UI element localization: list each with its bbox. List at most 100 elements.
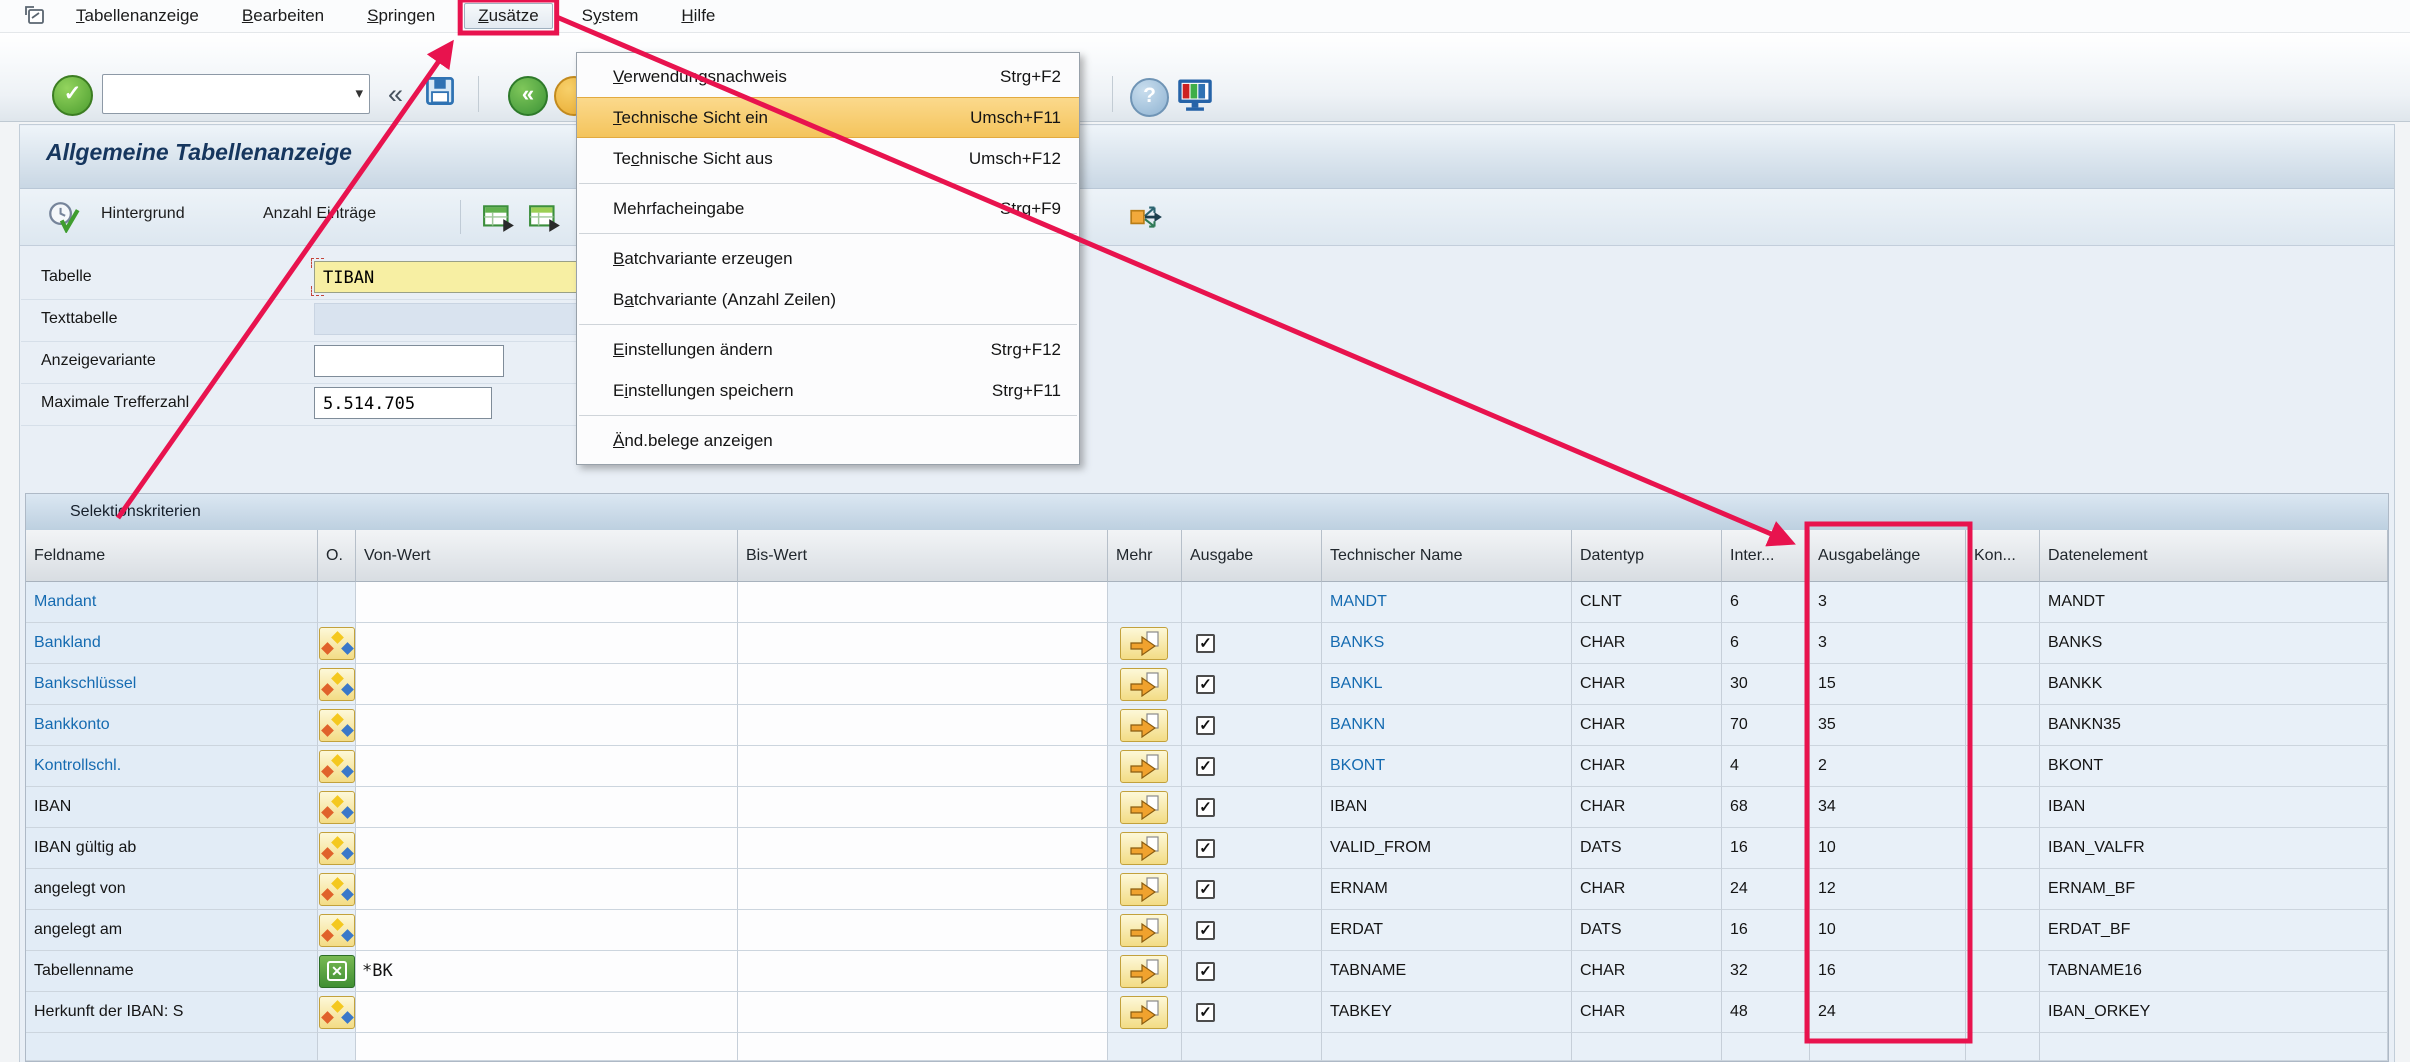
menu-bearbeiten[interactable]: Bearbeiten [228, 3, 338, 29]
row-herkunft-der-iban-s-datenelement: IBAN_ORKEY [2040, 992, 2388, 1033]
row-bankkonto-von-wert[interactable] [356, 705, 738, 746]
row-bankland-technical-name[interactable]: BANKS [1322, 623, 1572, 664]
ausgabe-checkbox[interactable]: ✓ [1196, 798, 1215, 817]
more-selection-button[interactable] [1120, 996, 1168, 1029]
ausgabe-checkbox[interactable]: ✓ [1196, 962, 1215, 981]
menu-hilfe[interactable]: Hilfe [667, 3, 729, 29]
row-kontrollschl-von-wert[interactable] [356, 746, 738, 787]
row-bankschlussel-von-wert[interactable] [356, 664, 738, 705]
multiple-selection-button[interactable] [319, 873, 355, 906]
row-iban-gultig-ab-von-wert[interactable] [356, 828, 738, 869]
row-angelegt-von-von-wert[interactable] [356, 869, 738, 910]
row-mandant-bis-wert[interactable] [738, 582, 1108, 623]
multiple-selection-button[interactable] [319, 914, 355, 947]
more-selection-button[interactable] [1120, 832, 1168, 865]
select-fields-icon[interactable] [528, 203, 562, 238]
row-bankland-von-wert[interactable] [356, 623, 738, 664]
row-angelegt-von-bis-wert[interactable] [738, 869, 1108, 910]
menu-item-verwendungsnachweis[interactable]: VerwendungsnachweisStrg+F2 [577, 56, 1079, 97]
select-fields-icon[interactable] [482, 203, 516, 238]
execute-icon[interactable] [48, 201, 80, 238]
menu-item-batchvariante-erzeugen[interactable]: Batchvariante erzeugen [577, 238, 1079, 279]
row-herkunft-der-iban-s-von-wert[interactable] [356, 992, 738, 1033]
command-input[interactable] [107, 78, 339, 108]
multiple-selection-active-button[interactable]: ✕ [319, 955, 355, 988]
collapse-toolbar-icon[interactable]: « [388, 79, 403, 110]
multiple-selection-button[interactable] [319, 709, 355, 742]
more-selection-button[interactable] [1120, 709, 1168, 742]
row-angelegt-am-von-wert[interactable] [356, 910, 738, 951]
menu-springen[interactable]: Springen [353, 3, 449, 29]
menu-item-batchvariante-anzahl-zeilen[interactable]: Batchvariante (Anzahl Zeilen) [577, 279, 1079, 320]
anzahl-eintraege-button[interactable]: Anzahl Einträge [263, 205, 376, 223]
multiple-selection-button[interactable] [319, 791, 355, 824]
export-icon[interactable] [1128, 200, 1164, 237]
row-bankkonto-bis-wert[interactable] [738, 705, 1108, 746]
row-kontrollschl-bis-wert[interactable] [738, 746, 1108, 787]
row-kontrollschl-technical-name[interactable]: BKONT [1322, 746, 1572, 787]
diamond-icon [331, 754, 344, 767]
more-selection-button[interactable] [1120, 873, 1168, 906]
row-iban-bis-wert[interactable] [738, 787, 1108, 828]
menu-item-einstellungen-speichern[interactable]: Einstellungen speichernStrg+F11 [577, 370, 1079, 411]
more-selection-button[interactable] [1120, 750, 1168, 783]
ausgabe-checkbox[interactable]: ✓ [1196, 1003, 1215, 1022]
row-iban-gultig-ab-bis-wert[interactable] [738, 828, 1108, 869]
ausgabe-checkbox[interactable]: ✓ [1196, 880, 1215, 899]
enter-button[interactable]: ✓ [52, 75, 93, 116]
row-bankschlussel-bis-wert[interactable] [738, 664, 1108, 705]
window-menu-icon[interactable] [24, 5, 46, 27]
menu-zusatze[interactable]: Zusätze [464, 3, 552, 29]
ausgabe-checkbox[interactable]: ✓ [1196, 839, 1215, 858]
menu-tabellenanzeige[interactable]: Tabellenanzeige [62, 3, 213, 29]
menu-item-and-belege-anzeigen[interactable]: Änd.belege anzeigen [577, 420, 1079, 461]
row-bankland-fieldname[interactable]: Bankland [26, 623, 318, 664]
row-tabellenname-bis-wert[interactable] [738, 951, 1108, 992]
more-selection-button[interactable] [1120, 791, 1168, 824]
multiple-selection-button[interactable] [319, 627, 355, 660]
menu-item-mehrfacheingabe[interactable]: MehrfacheingabeStrg+F9 [577, 188, 1079, 229]
layout-icon[interactable] [1176, 77, 1214, 116]
row-bankkonto-fieldname[interactable]: Bankkonto [26, 705, 318, 746]
more-selection-button[interactable] [1120, 955, 1168, 988]
field-anzeigevariante[interactable] [314, 345, 504, 377]
back-icon[interactable]: « [508, 76, 548, 116]
multiple-selection-button[interactable] [319, 668, 355, 701]
ausgabe-checkbox[interactable]: ✓ [1196, 921, 1215, 940]
row-iban-von-wert[interactable] [356, 787, 738, 828]
row-mandant-technical-name[interactable]: MANDT [1322, 582, 1572, 623]
menu-system[interactable]: System [568, 3, 653, 29]
help-icon[interactable]: ? [1130, 78, 1169, 117]
row-tabellenname-option-cell: ✕ [318, 951, 356, 992]
row-bankschlussel-fieldname[interactable]: Bankschlüssel [26, 664, 318, 705]
multiple-selection-button[interactable] [319, 996, 355, 1029]
menu-item-technische-sicht-aus[interactable]: Technische Sicht ausUmsch+F12 [577, 138, 1079, 179]
row-bankschlussel-technical-name[interactable]: BANKL [1322, 664, 1572, 705]
row-angelegt-am-bis-wert[interactable] [738, 910, 1108, 951]
menu-item-technische-sicht-ein[interactable]: Technische Sicht einUmsch+F11 [577, 97, 1079, 138]
more-selection-button[interactable] [1120, 668, 1168, 701]
more-selection-button[interactable] [1120, 914, 1168, 947]
menu-item-einstellungen-andern[interactable]: Einstellungen ändernStrg+F12 [577, 329, 1079, 370]
row-bankschlussel-interne-laenge: 30 [1722, 664, 1810, 705]
row-mandant-fieldname[interactable]: Mandant [26, 582, 318, 623]
row-kontrollschl-fieldname[interactable]: Kontrollschl. [26, 746, 318, 787]
ausgabe-checkbox[interactable]: ✓ [1196, 634, 1215, 653]
command-field[interactable]: ▾ [102, 74, 370, 114]
row-tabellenname-von-wert[interactable]: *BK [356, 951, 738, 992]
more-selection-button[interactable] [1120, 627, 1168, 660]
row-bankland-bis-wert[interactable] [738, 623, 1108, 664]
ausgabe-checkbox[interactable]: ✓ [1196, 716, 1215, 735]
ausgabe-checkbox[interactable]: ✓ [1196, 675, 1215, 694]
chevron-down-icon[interactable]: ▾ [355, 84, 363, 102]
multiple-selection-button[interactable] [319, 832, 355, 865]
row-herkunft-der-iban-s-bis-wert[interactable] [738, 992, 1108, 1033]
row-mandant-von-wert[interactable] [356, 582, 738, 623]
save-icon[interactable] [424, 75, 456, 112]
ausgabe-checkbox[interactable]: ✓ [1196, 757, 1215, 776]
multiple-selection-button[interactable] [319, 750, 355, 783]
hintergrund-button[interactable]: Hintergrund [101, 205, 185, 223]
selection-criteria-title: Selektionskriterien [70, 503, 201, 520]
field-maximale-trefferzahl[interactable]: 5.514.705 [314, 387, 492, 419]
row-bankkonto-technical-name[interactable]: BANKN [1322, 705, 1572, 746]
